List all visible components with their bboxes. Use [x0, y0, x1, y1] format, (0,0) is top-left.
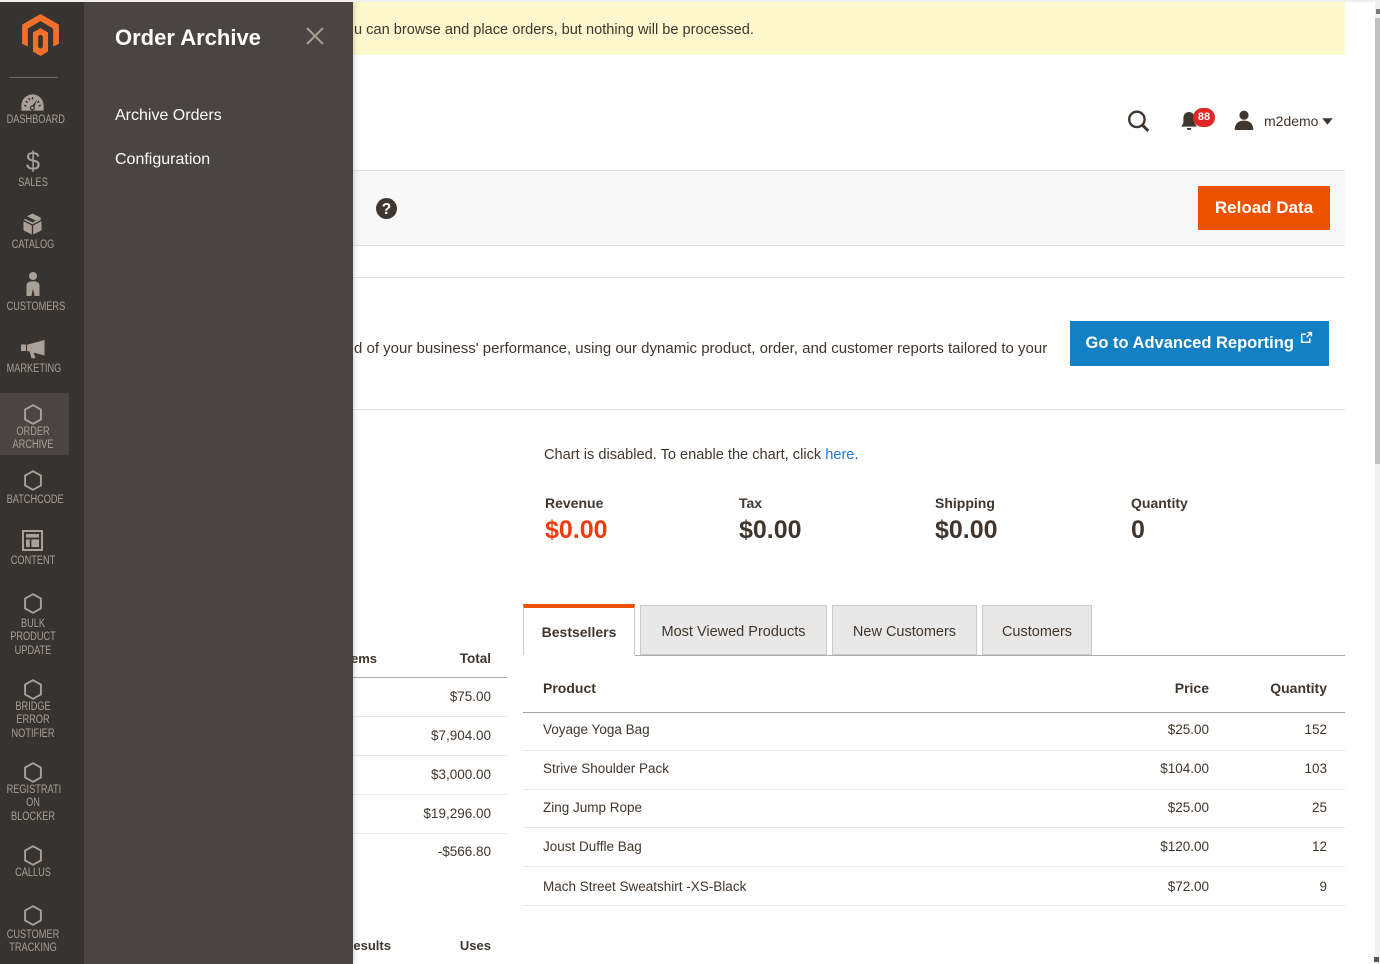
- svg-text:?: ?: [382, 201, 391, 218]
